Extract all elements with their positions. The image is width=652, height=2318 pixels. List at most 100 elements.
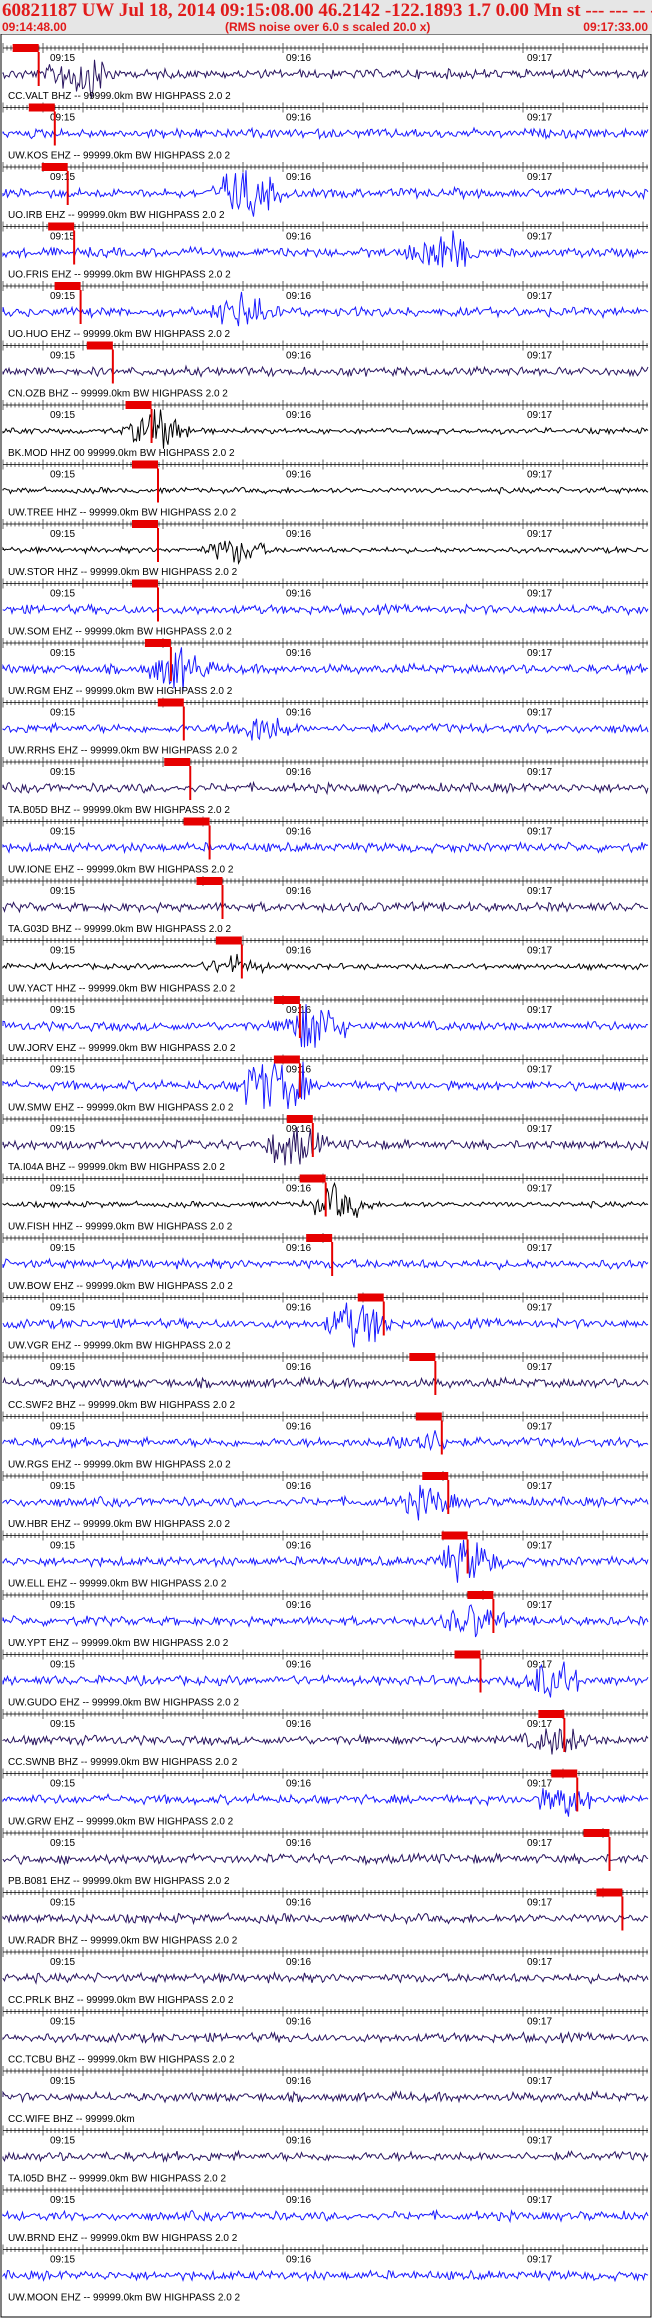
waveform-trace: [2, 2208, 649, 2224]
time-tick-label: 09:16: [286, 529, 311, 540]
pick-flag: [86, 341, 113, 350]
time-tick-label: 09:17: [527, 2255, 552, 2266]
time-tick-label: 09:15: [50, 53, 75, 64]
time-tick-label: 09:16: [286, 1957, 311, 1968]
time-tick-label: 09:16: [286, 1303, 311, 1314]
time-tick-label: 09:16: [286, 2017, 311, 2028]
station-label: UW.YPT EHZ -- 99999.0km BW HIGHPASS 2.0 …: [8, 1638, 229, 1649]
pick-flag: [144, 639, 171, 647]
station-label: TA.B05D BHZ -- 99999.0km BW HIGHPASS 2.0…: [8, 805, 230, 816]
pick-flag: [125, 401, 152, 409]
station-label: BK.MOD HHZ 00 99999.0km BW HIGHPASS 2.0 …: [8, 448, 235, 459]
time-tick-label: 09:17: [527, 410, 552, 421]
time-tick-label: 09:16: [286, 232, 311, 243]
station-label: UW.RGM EHZ -- 99999.0km BW HIGHPASS 2.0 …: [8, 686, 233, 697]
time-tick-label: 09:17: [527, 1838, 552, 1849]
time-tick-label: 09:15: [50, 529, 75, 540]
station-label: UW.RADR BHZ -- 99999.0km BW HIGHPASS 2.0…: [8, 1936, 238, 1947]
station-label: UW.MOON EHZ -- 99999.0km BW HIGHPASS 2.0…: [8, 2293, 241, 2304]
time-tick-label: 09:16: [286, 1422, 311, 1433]
time-tick-label: 09:15: [50, 2076, 75, 2087]
station-label: UW.FISH HHZ -- 99999.0km BW HIGHPASS 2.0…: [8, 1222, 233, 1233]
pick-flag: [196, 877, 223, 885]
time-tick-label: 09:15: [50, 1065, 75, 1076]
start-time: 09:14:48.00: [2, 20, 67, 34]
pick-flag: [273, 996, 300, 1004]
waveform-trace: [2, 1971, 649, 1985]
pick-flag: [273, 1055, 300, 1064]
time-tick-label: 09:15: [50, 589, 75, 600]
time-tick-label: 09:17: [527, 1481, 552, 1492]
time-tick-label: 09:15: [50, 2136, 75, 2147]
pick-flag: [48, 222, 75, 231]
time-tick-label: 09:16: [286, 172, 311, 183]
time-tick-label: 09:17: [527, 1898, 552, 1909]
time-tick-label: 09:16: [286, 1362, 311, 1373]
time-tick-label: 09:17: [527, 1779, 552, 1790]
rms-note: (RMS noise over 6.0 s scaled 20.0 x): [225, 20, 431, 34]
station-label: PB.B081 EHZ -- 99999.0km BW HIGHPASS 2.0…: [8, 1876, 230, 1887]
time-tick-label: 09:16: [286, 470, 311, 481]
time-tick-label: 09:17: [527, 2076, 552, 2087]
station-label: CC.TCBU BHZ -- 99999.0km BW HIGHPASS 2.0…: [8, 2055, 235, 2066]
seismogram-canvas: 09:15 09:16 09:17 CC.VALT BHZ -- 99999.0km …: [0, 34, 652, 2318]
station-label: TA.G03D BHZ -- 99999.0km BW HIGHPASS 2.0…: [8, 924, 231, 935]
waveform-trace: [2, 486, 649, 495]
time-tick-label: 09:16: [286, 827, 311, 838]
event-title: 60821187 UW Jul 18, 2014 09:15:08.00 46.…: [2, 0, 652, 21]
time-tick-label: 09:17: [527, 2136, 552, 2147]
station-label: UW.KOS EHZ -- 99999.0km BW HIGHPASS 2.0 …: [8, 151, 231, 162]
time-tick-label: 09:15: [50, 1184, 75, 1195]
time-tick-label: 09:15: [50, 1719, 75, 1730]
station-label: TA.I05D BHZ -- 99999.0km BW HIGHPASS 2.0…: [8, 2174, 226, 2185]
time-tick-label: 09:15: [50, 886, 75, 897]
waveform-trace: [2, 900, 649, 914]
time-tick-label: 09:17: [527, 1600, 552, 1611]
time-tick-label: 09:16: [286, 1243, 311, 1254]
time-tick-label: 09:17: [527, 648, 552, 659]
time-tick-label: 09:17: [527, 1719, 552, 1730]
station-label: CC.PRLK BHZ -- 99999.0km BW HIGHPASS 2.0…: [8, 1995, 234, 2006]
time-tick-label: 09:16: [286, 589, 311, 600]
time-tick-label: 09:15: [50, 470, 75, 481]
station-label: UW.ELL EHZ -- 99999.0km BW HIGHPASS 2.0 …: [8, 1579, 227, 1590]
time-tick-label: 09:17: [527, 1184, 552, 1195]
time-tick-label: 09:15: [50, 351, 75, 362]
time-tick-label: 09:16: [286, 946, 311, 957]
pick-flag: [551, 1769, 578, 1778]
time-tick-label: 09:16: [286, 1600, 311, 1611]
time-tick-label: 09:15: [50, 1362, 75, 1373]
time-tick-label: 09:17: [527, 232, 552, 243]
time-tick-label: 09:16: [286, 1005, 311, 1016]
station-label: UW.RGS EHZ -- 99999.0km BW HIGHPASS 2.0 …: [8, 1460, 231, 1471]
waveform-trace: [2, 2030, 649, 2044]
pick-flag: [54, 282, 81, 290]
time-tick-label: 09:16: [286, 1481, 311, 1492]
station-label: UW.VGR EHZ -- 99999.0km BW HIGHPASS 2.0 …: [8, 1341, 231, 1352]
time-tick-label: 09:17: [527, 2195, 552, 2206]
end-time: 09:17:33.00: [583, 20, 648, 34]
time-tick-label: 09:17: [527, 1005, 552, 1016]
pick-flag: [157, 698, 184, 707]
pick-flag: [409, 1353, 436, 1361]
pick-flag: [467, 1591, 494, 1599]
time-tick-label: 09:16: [286, 291, 311, 302]
pick-flag: [415, 1412, 442, 1421]
time-tick-label: 09:17: [527, 291, 552, 302]
station-label: UW.BRND EHZ -- 99999.0km BW HIGHPASS 2.0…: [8, 2233, 238, 2244]
waveform-trace: [2, 1257, 649, 1271]
time-tick-label: 09:16: [286, 648, 311, 659]
pick-flag: [215, 936, 242, 945]
pick-flag: [441, 1531, 468, 1540]
time-tick-label: 09:17: [527, 1243, 552, 1254]
pick-flag: [454, 1650, 481, 1659]
time-tick-label: 09:16: [286, 1184, 311, 1195]
time-tick-label: 09:16: [286, 113, 311, 124]
time-tick-label: 09:15: [50, 1898, 75, 1909]
waveform-trace: [2, 953, 649, 975]
pick-flag: [538, 1710, 565, 1718]
time-tick-label: 09:15: [50, 1779, 75, 1790]
waveform-trace: [2, 126, 649, 140]
pick-flag: [41, 163, 68, 171]
time-tick-label: 09:16: [286, 1719, 311, 1730]
